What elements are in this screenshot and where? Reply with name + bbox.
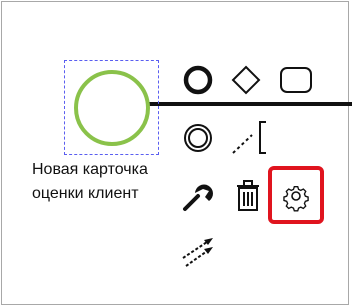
append-intermediate-event-button[interactable] bbox=[180, 120, 216, 156]
append-task-icon bbox=[280, 67, 312, 93]
append-text-annotation-button[interactable] bbox=[228, 118, 268, 158]
append-task-button[interactable] bbox=[276, 62, 316, 98]
append-end-event-icon bbox=[183, 65, 213, 95]
start-event-circle[interactable] bbox=[74, 70, 150, 146]
append-text-annotation-icon bbox=[232, 121, 266, 154]
delete-button[interactable] bbox=[232, 178, 264, 214]
connect-button[interactable] bbox=[180, 234, 216, 270]
settings-highlight-box bbox=[268, 166, 324, 224]
sequence-flow[interactable] bbox=[148, 102, 352, 106]
element-label-line-2: оценки клиент bbox=[32, 185, 139, 202]
element-label-line-1: Новая карточка bbox=[32, 161, 148, 178]
change-type-wrench-icon bbox=[183, 184, 213, 211]
delete-trash-icon bbox=[237, 180, 259, 211]
change-type-button[interactable] bbox=[180, 178, 216, 214]
append-gateway-icon bbox=[231, 65, 261, 95]
append-gateway-button[interactable] bbox=[228, 62, 264, 98]
connect-arrows-icon bbox=[182, 238, 213, 267]
canvas bbox=[1, 1, 349, 305]
element-label[interactable]: Новая карточка оценки клиент bbox=[32, 158, 172, 206]
append-end-event-button[interactable] bbox=[180, 62, 216, 98]
append-intermediate-event-icon bbox=[184, 124, 212, 152]
